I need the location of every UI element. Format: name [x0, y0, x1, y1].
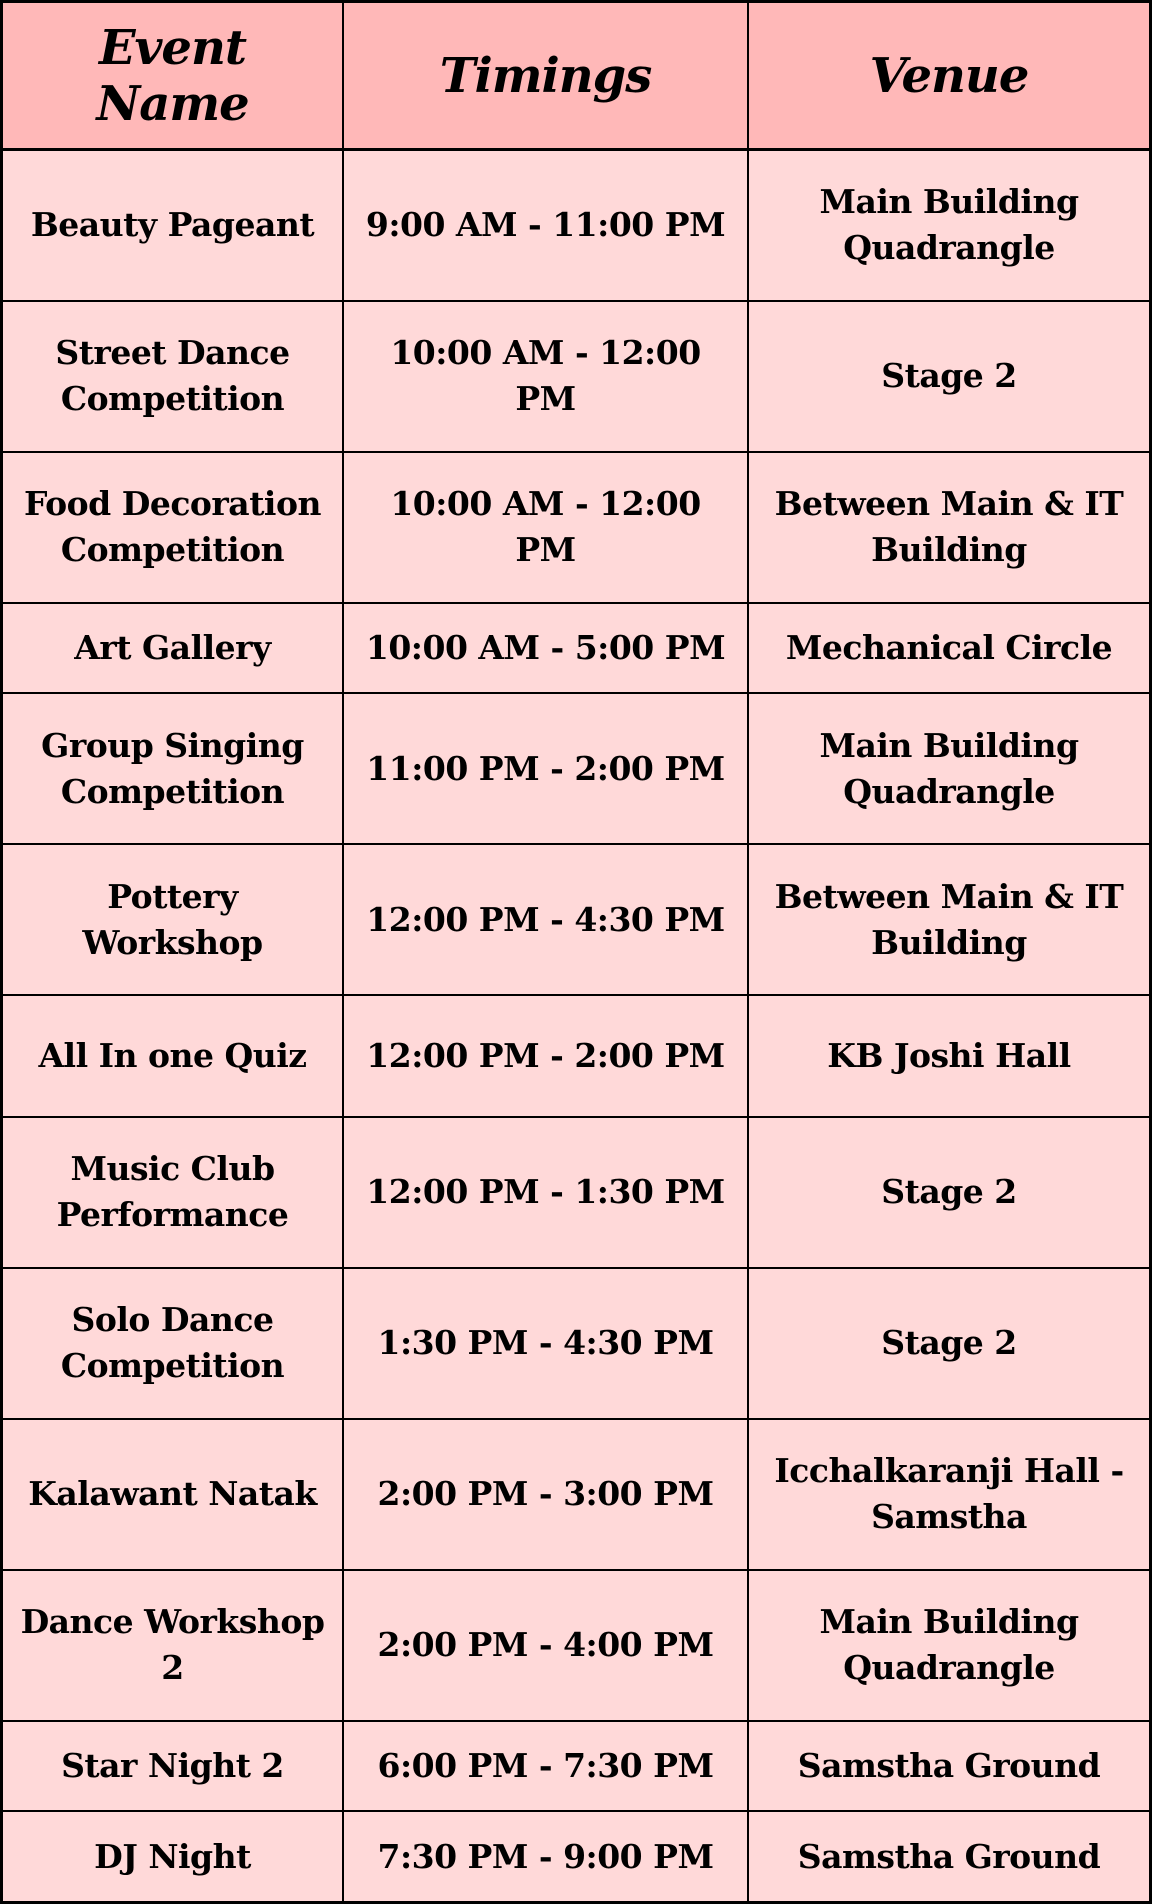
header-timings: Timings — [342, 3, 749, 151]
event-name-cell: Solo Dance Competition — [3, 1266, 344, 1420]
table-row: Group Singing Competition 11:00 PM - 2:0… — [3, 692, 1149, 846]
venue-cell: Stage 2 — [747, 299, 1149, 453]
timings-cell: 2:00 PM - 4:00 PM — [342, 1568, 749, 1722]
event-name-cell: All In one Quiz — [3, 994, 344, 1118]
timings-cell: 10:00 AM - 12:00 PM — [342, 299, 749, 453]
table-row: Street Dance Competition 10:00 AM - 12:0… — [3, 299, 1149, 453]
event-name-cell: Star Night 2 — [3, 1719, 344, 1813]
venue-cell: KB Joshi Hall — [747, 994, 1149, 1118]
event-name-cell: Dance Workshop 2 — [3, 1568, 344, 1722]
timings-cell: 12:00 PM - 4:30 PM — [342, 843, 749, 997]
event-name-cell: Music Club Performance — [3, 1116, 344, 1269]
table-row: Beauty Pageant 9:00 AM - 11:00 PM Main B… — [3, 148, 1149, 302]
header-venue: Venue — [747, 3, 1149, 151]
timings-cell: 12:00 PM - 2:00 PM — [342, 994, 749, 1118]
table-row: Solo Dance Competition 1:30 PM - 4:30 PM… — [3, 1266, 1149, 1420]
table-row: Art Gallery 10:00 AM - 5:00 PM Mechanica… — [3, 601, 1149, 695]
header-row: Event Name Timings Venue — [3, 3, 1149, 151]
event-name-cell: Beauty Pageant — [3, 148, 344, 302]
event-name-cell: Group Singing Competition — [3, 692, 344, 846]
venue-cell: Main Building Quadrangle — [747, 692, 1149, 846]
table-row: DJ Night 7:30 PM - 9:00 PM Samstha Groun… — [3, 1810, 1149, 1901]
table-row: Pottery Workshop 12:00 PM - 4:30 PM Betw… — [3, 843, 1149, 997]
header-event-name: Event Name — [3, 3, 344, 151]
venue-cell: Icchalkaranji Hall - Samstha — [747, 1417, 1149, 1571]
timings-cell: 1:30 PM - 4:30 PM — [342, 1266, 749, 1420]
event-name-cell: Street Dance Competition — [3, 299, 344, 453]
venue-cell: Mechanical Circle — [747, 601, 1149, 695]
venue-cell: Main Building Quadrangle — [747, 148, 1149, 302]
table-row: Music Club Performance 12:00 PM - 1:30 P… — [3, 1116, 1149, 1269]
table-row: Food Decoration Competition 10:00 AM - 1… — [3, 450, 1149, 604]
venue-cell: Stage 2 — [747, 1266, 1149, 1420]
event-name-cell: Food Decoration Competition — [3, 450, 344, 604]
timings-cell: 2:00 PM - 3:00 PM — [342, 1417, 749, 1571]
venue-cell: Samstha Ground — [747, 1719, 1149, 1813]
timings-cell: 10:00 AM - 5:00 PM — [342, 601, 749, 695]
timings-cell: 12:00 PM - 1:30 PM — [342, 1116, 749, 1269]
event-schedule-table: Event Name Timings Venue Beauty Pageant … — [0, 0, 1152, 1904]
timings-cell: 11:00 PM - 2:00 PM — [342, 692, 749, 846]
table-row: Star Night 2 6:00 PM - 7:30 PM Samstha G… — [3, 1719, 1149, 1813]
venue-cell: Samstha Ground — [747, 1810, 1149, 1901]
timings-cell: 7:30 PM - 9:00 PM — [342, 1810, 749, 1901]
timings-cell: 10:00 AM - 12:00 PM — [342, 450, 749, 604]
venue-cell: Between Main & IT Building — [747, 843, 1149, 997]
timings-cell: 9:00 AM - 11:00 PM — [342, 148, 749, 302]
table-row: Kalawant Natak 2:00 PM - 3:00 PM Icchalk… — [3, 1417, 1149, 1571]
schedule-grid: Event Name Timings Venue Beauty Pageant … — [3, 3, 1149, 1901]
venue-cell: Between Main & IT Building — [747, 450, 1149, 604]
table-row: All In one Quiz 12:00 PM - 2:00 PM KB Jo… — [3, 994, 1149, 1118]
event-name-cell: Kalawant Natak — [3, 1417, 344, 1571]
venue-cell: Stage 2 — [747, 1116, 1149, 1269]
timings-cell: 6:00 PM - 7:30 PM — [342, 1719, 749, 1813]
event-name-cell: Art Gallery — [3, 601, 344, 695]
event-name-cell: Pottery Workshop — [3, 843, 344, 997]
event-name-cell: DJ Night — [3, 1810, 344, 1901]
venue-cell: Main Building Quadrangle — [747, 1568, 1149, 1722]
table-row: Dance Workshop 2 2:00 PM - 4:00 PM Main … — [3, 1568, 1149, 1722]
